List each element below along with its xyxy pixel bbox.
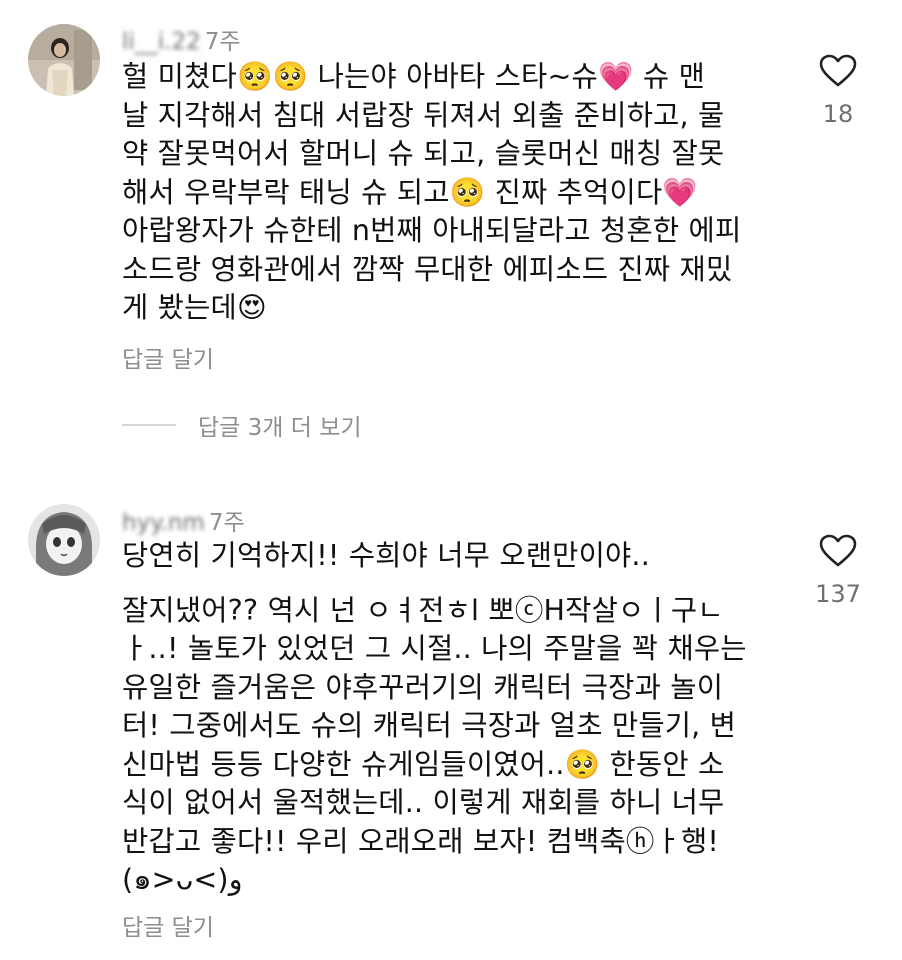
comment-text: 헐 미쳤다🥺🥺 나는야 아바타 스타~슈💗 슈 맨 날 지각해서 침대 서랍장 …: [122, 58, 782, 328]
like-control: 137: [800, 534, 876, 608]
comment-line: 헐 미쳤다🥺🥺 나는야 아바타 스타~슈💗 슈 맨: [122, 60, 705, 93]
comment-line: 소드랑 영화관에서 깜짝 무대한 에피소드 진짜 재밌: [122, 252, 733, 286]
comment-line: 유일한 즐거움은 야후꾸러기의 캐릭터 극장과 놀이: [122, 670, 724, 704]
comment-time: 7주: [204, 29, 241, 55]
comment-line: 날 지각해서 침대 서랍장 뒤져서 외출 준비하고, 물: [122, 98, 725, 132]
comment-line: 당연히 기억하지!! 수희야 너무 오랜만이야..: [122, 539, 650, 572]
reply-button[interactable]: 답글 달기: [122, 908, 214, 942]
avatar[interactable]: [28, 24, 100, 96]
heart-outline-icon[interactable]: [819, 534, 857, 568]
comment-line: 반갑고 좋다!! 우리 오래오래 보자! 컴백축ⓗㅏ행!: [122, 824, 720, 858]
username[interactable]: hyy.nm: [122, 510, 205, 536]
comment-line: 신마법 등등 다양한 슈게임들이였어..🥺 한동안 소: [122, 747, 725, 781]
comment-line: (๑>ᴗ<)و: [122, 863, 243, 896]
comment-line: 식이 없어서 울적했는데.. 이렇게 재회를 하니 너무: [122, 786, 725, 819]
avatar-photo: [28, 504, 100, 576]
heart-outline-icon[interactable]: [819, 54, 857, 88]
comment-line: 게 봤는데😍: [122, 291, 267, 324]
divider: [122, 424, 176, 426]
view-more-replies-label: 답글 3개 더 보기: [198, 415, 362, 441]
reply-button[interactable]: 답글 달기: [122, 340, 214, 374]
comment-line: 약 잘못먹어서 할머니 슈 되고, 슬롯머신 매칭 잘못: [122, 137, 725, 170]
like-count: 18: [822, 100, 854, 128]
comment-line: ㅏ..! 놀토가 있었던 그 시절.. 나의 주말을 꽉 채우는: [122, 632, 747, 665]
avatar[interactable]: [28, 504, 100, 576]
comment-line: 해서 우락부락 태닝 슈 되고🥺 진짜 추억이다💗: [122, 175, 699, 209]
avatar-photo: [28, 24, 100, 96]
comment-line: [122, 576, 782, 592]
comment-meta: li__i.22 7주: [122, 22, 241, 56]
comment-line: 잘지냈어?? 역시 넌 ㅇㅕ전ㅎl 뽀ⓒH작살ㅇㅣ구ㄴ: [122, 593, 724, 627]
comment-line: 터! 그중에서도 슈의 캐릭터 극장과 얼초 만들기, 변: [122, 709, 737, 742]
comment-line: 아랍왕자가 슈한테 n번째 아내되달라고 청혼한 에피: [122, 214, 742, 247]
comment-meta: hyy.nm 7주: [122, 503, 245, 537]
username[interactable]: li__i.22: [122, 29, 201, 55]
view-more-replies[interactable]: 답글 3개 더 보기: [122, 408, 362, 442]
like-count: 137: [815, 580, 861, 608]
comment-time: 7주: [208, 510, 245, 536]
like-control: 18: [800, 54, 876, 128]
comment-text: 당연히 기억하지!! 수희야 너무 오랜만이야.. 잘지냈어?? 역시 넌 ㅇㅕ…: [122, 537, 782, 900]
